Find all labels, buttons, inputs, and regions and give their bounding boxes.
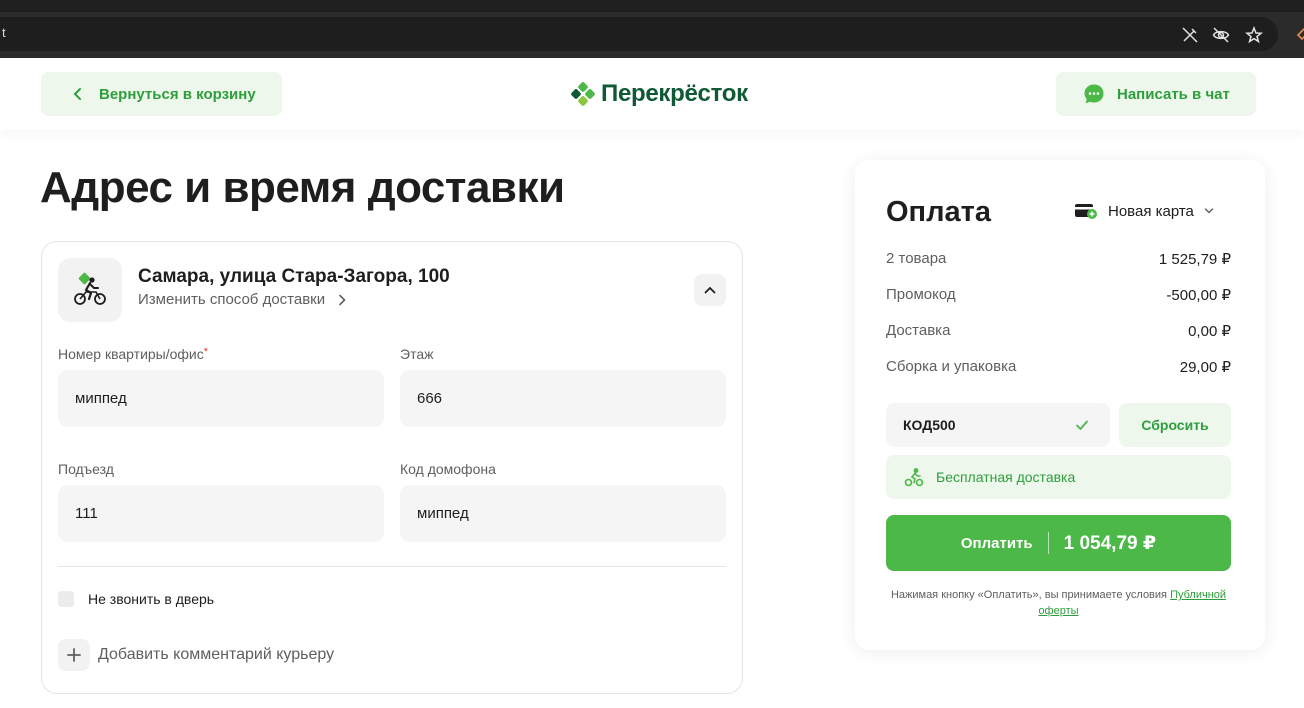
site-header: Вернуться в корзину Перекрёсток Написать… [0, 58, 1304, 130]
page-title: Адрес и время доставки [40, 163, 565, 212]
plus-icon [58, 639, 90, 671]
summary-row-packing: Сборка и упаковка 29,00 ₽ [886, 358, 1231, 376]
intercom-input[interactable] [400, 485, 726, 542]
summary-label: Сборка и упаковка [886, 358, 1017, 375]
apartment-input[interactable] [58, 370, 384, 427]
chevron-down-icon [1204, 208, 1214, 214]
courier-bike-icon [74, 272, 106, 305]
summary-row-delivery: Доставка 0,00 ₽ [886, 322, 1231, 340]
pay-button[interactable]: Оплатить 1 054,79 ₽ [886, 515, 1231, 571]
entrance-label: Подъезд [58, 461, 114, 477]
url-text: t [2, 25, 6, 40]
free-delivery-label: Бесплатная доставка [936, 469, 1076, 485]
eye-slash-pen-icon[interactable] [1181, 26, 1199, 44]
chevron-right-icon [339, 294, 346, 305]
card-select-label: Новая карта [1108, 202, 1194, 220]
chevron-up-icon [704, 286, 716, 294]
check-icon [1076, 420, 1088, 430]
chat-label: Написать в чат [1117, 85, 1230, 103]
required-mark: * [203, 346, 209, 358]
summary-value: 29,00 ₽ [1179, 359, 1231, 376]
star-icon[interactable] [1245, 26, 1263, 44]
collapse-button[interactable] [694, 274, 726, 306]
free-delivery-banner: Бесплатная доставка [886, 455, 1231, 499]
pay-separator [1047, 532, 1049, 554]
chat-bubble-icon [1084, 84, 1104, 104]
summary-row-items: 2 товара 1 525,79 ₽ [886, 250, 1231, 268]
card-add-icon [1075, 204, 1097, 219]
summary-value: -500,00 ₽ [1166, 287, 1231, 304]
no-ring-checkbox-row[interactable]: Не звонить в дверь [58, 591, 214, 607]
logo-text: Перекрёсток [601, 80, 748, 107]
no-ring-checkbox[interactable] [58, 591, 74, 607]
payment-title: Оплата [886, 196, 991, 228]
add-comment-button[interactable]: Добавить комментарий курьеру [58, 639, 334, 671]
address-card: Самара, улица Стара-Загора, 100 Изменить… [41, 241, 743, 694]
summary-value: 1 525,79 ₽ [1158, 251, 1231, 268]
address-bar[interactable]: t [0, 17, 1278, 51]
chat-button[interactable]: Написать в чат [1056, 72, 1256, 116]
payment-panel: Оплата Новая карта 2 товара 1 525,79 ₽ П… [855, 160, 1265, 650]
intercom-label: Код домофона [400, 461, 496, 477]
logo[interactable]: Перекрёсток [571, 78, 748, 110]
courier-bike-icon [904, 468, 924, 487]
browser-tabstrip [0, 0, 1304, 12]
chevron-left-icon [73, 88, 81, 100]
browser-toolbar: t [0, 12, 1304, 58]
delivery-address: Самара, улица Стара-Загора, 100 [138, 266, 450, 287]
pay-amount: 1 054,79 ₽ [1063, 532, 1157, 554]
apartment-label: Номер квартиры/офис* [58, 346, 209, 362]
reset-promo-button[interactable]: Сбросить [1119, 403, 1231, 447]
extension-icon[interactable] [1294, 26, 1304, 44]
summary-label: Промокод [886, 286, 956, 303]
back-to-cart-button[interactable]: Вернуться в корзину [41, 72, 282, 116]
floor-label: Этаж [400, 346, 434, 362]
no-ring-label: Не звонить в дверь [88, 591, 215, 607]
divider [58, 566, 726, 567]
change-delivery-link[interactable]: Изменить способ доставки [138, 291, 347, 308]
summary-row-promo: Промокод -500,00 ₽ [886, 286, 1231, 304]
summary-value: 0,00 ₽ [1188, 323, 1231, 340]
change-delivery-label: Изменить способ доставки [138, 291, 326, 308]
eye-off-icon[interactable] [1212, 26, 1230, 44]
card-select[interactable]: Новая карта [1074, 202, 1214, 220]
back-to-cart-label: Вернуться в корзину [99, 85, 256, 103]
clover-logo-icon [571, 82, 595, 106]
pay-label: Оплатить [960, 534, 1033, 552]
entrance-input[interactable] [58, 485, 384, 542]
add-comment-label: Добавить комментарий курьеру [98, 646, 335, 663]
terms-text: Нажимая кнопку «Оплатить», вы принимаете… [890, 589, 1227, 617]
courier-icon-box [58, 258, 122, 322]
summary-label: Доставка [886, 322, 951, 339]
floor-input[interactable] [400, 370, 726, 427]
summary-label: 2 товара [886, 250, 947, 267]
